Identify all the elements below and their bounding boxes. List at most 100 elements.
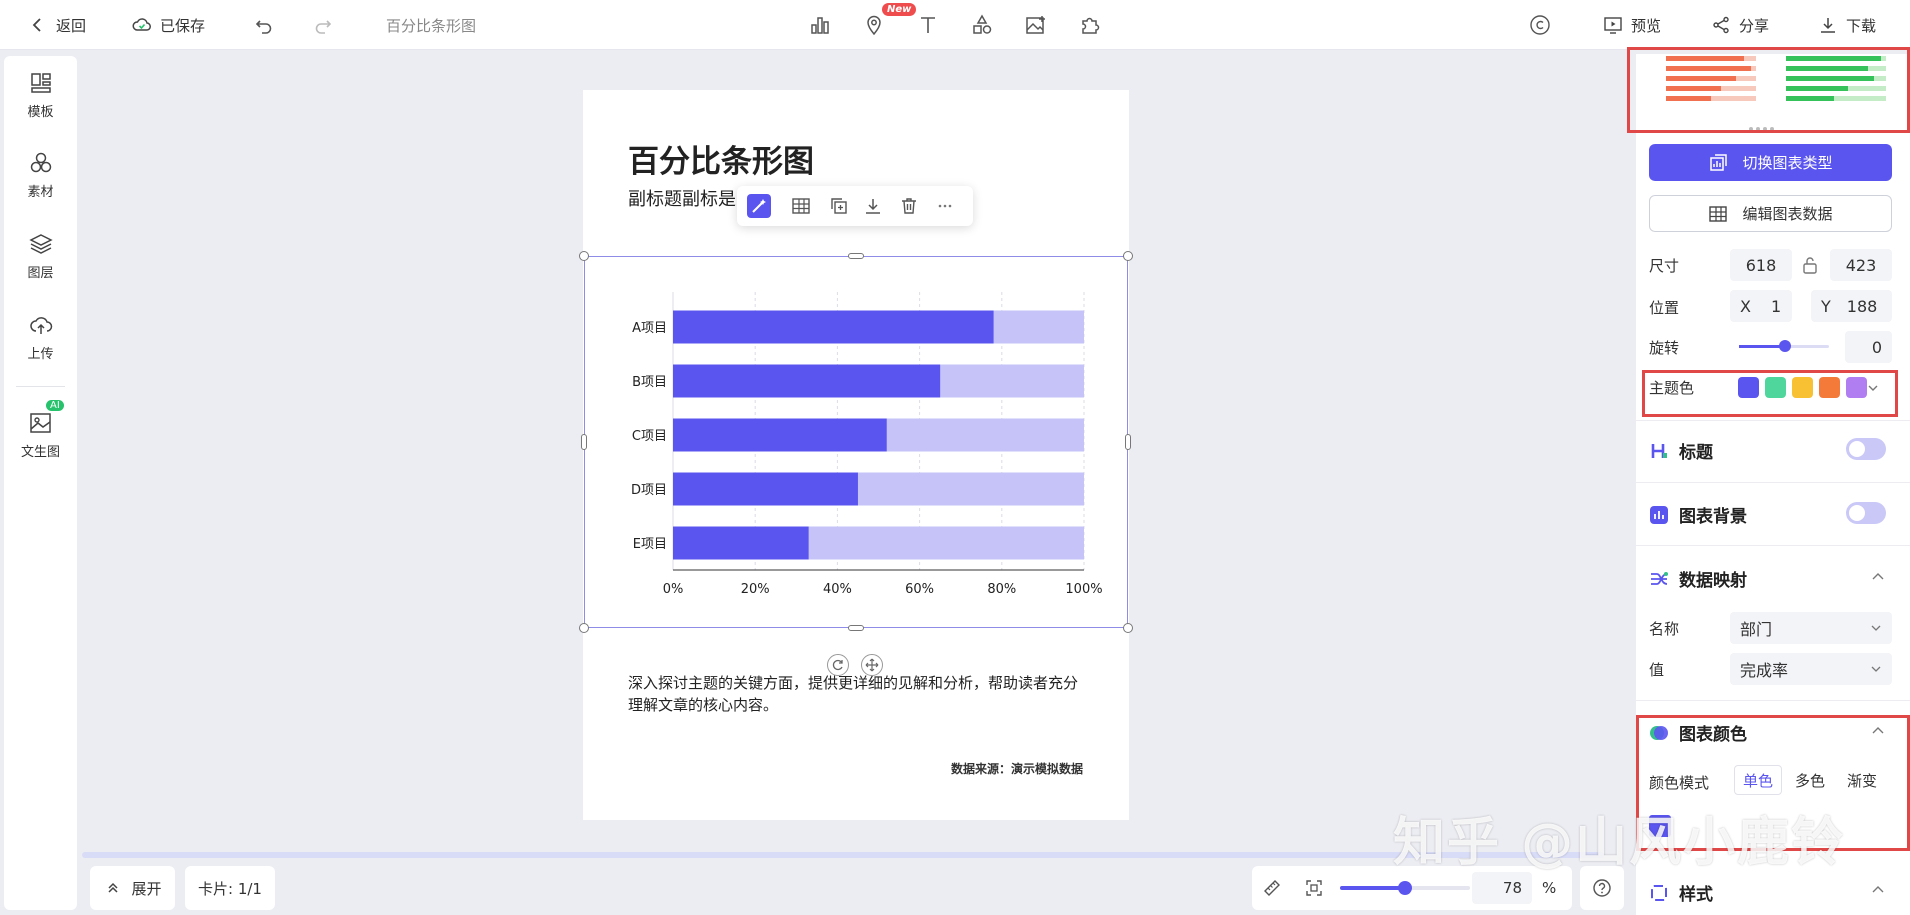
fit-screen-icon[interactable]	[1304, 878, 1324, 898]
undo-icon	[255, 20, 272, 34]
background-toggle[interactable]	[1846, 502, 1886, 524]
sidebar-item-label: 上传	[27, 347, 54, 362]
redo-button[interactable]	[313, 0, 333, 50]
resize-handle-top-right[interactable]	[1123, 251, 1133, 261]
chevron-up-icon[interactable]	[1870, 569, 1886, 585]
switch-chart-type-label: 切换图表类型	[1742, 154, 1833, 172]
resize-handle-bottom[interactable]	[848, 625, 864, 631]
map-pin-icon	[867, 15, 881, 36]
ai-edit-button[interactable]	[747, 194, 771, 218]
text-tool[interactable]	[915, 12, 941, 38]
plugin-tool[interactable]	[1077, 12, 1103, 38]
y-value: 188	[1846, 296, 1878, 316]
magic-wand-icon	[752, 199, 766, 213]
resize-handle-top[interactable]	[848, 253, 864, 259]
card-subtitle[interactable]: 副标题副标是	[628, 185, 736, 211]
divider	[1636, 700, 1910, 701]
size-label: 尺寸	[1649, 257, 1680, 275]
width-input[interactable]: 618	[1730, 249, 1792, 281]
copyright-button[interactable]	[1527, 12, 1553, 38]
ai-image-icon	[29, 413, 51, 433]
edit-chart-data-button[interactable]: 编辑图表数据	[1649, 195, 1892, 232]
highlight-box-theme-color	[1642, 370, 1898, 417]
sidebar-item-layers[interactable]: 图层	[4, 231, 77, 281]
rotate-slider[interactable]	[1739, 340, 1829, 352]
resize-handle-left[interactable]	[581, 434, 587, 450]
share-icon	[1713, 16, 1729, 34]
title-section-label: 标题	[1679, 443, 1713, 463]
x-label: X	[1740, 296, 1751, 316]
heading-icon	[1651, 443, 1667, 458]
edit-chart-data-label: 编辑图表数据	[1742, 205, 1833, 223]
saved-status: 已保存	[132, 0, 205, 50]
duplicate-button[interactable]	[827, 194, 851, 218]
share-button[interactable]: 分享	[1711, 0, 1769, 50]
card-counter-label: 卡片: 1/1	[198, 879, 262, 898]
left-sidebar: 模板 素材 图层 上传 AI 文生图	[4, 56, 77, 910]
chart-tool[interactable]	[807, 12, 833, 38]
rotate-input[interactable]: 0	[1845, 331, 1892, 363]
double-chevron-up-icon	[108, 882, 119, 893]
table-icon	[792, 198, 810, 214]
card-counter[interactable]: 卡片: 1/1	[185, 866, 275, 910]
more-button[interactable]	[933, 194, 957, 218]
height-input[interactable]: 423	[1830, 249, 1892, 281]
sidebar-item-materials[interactable]: 素材	[4, 150, 77, 200]
rotate-handle[interactable]	[827, 654, 849, 676]
move-handle[interactable]	[861, 654, 883, 676]
back-button[interactable]: 返回	[28, 0, 86, 50]
card-description[interactable]: 深入探讨主题的关键方面，提供更详细的见解和分析，帮助读者充分理解文章的核心内容。	[628, 672, 1088, 716]
zoom-slider[interactable]	[1340, 881, 1470, 895]
rotate-icon	[832, 659, 843, 671]
chevron-up-icon[interactable]	[1870, 882, 1886, 898]
zoom-unit: %	[1542, 879, 1557, 897]
share-label: 分享	[1739, 16, 1770, 35]
sidebar-item-label: 素材	[27, 185, 54, 200]
resize-handle-right[interactable]	[1125, 434, 1131, 450]
table-button[interactable]	[789, 194, 813, 218]
new-badge: New	[882, 3, 917, 16]
play-screen-icon	[1604, 17, 1622, 34]
move-icon	[865, 658, 879, 672]
expand-button[interactable]: 展开	[90, 866, 175, 910]
sidebar-item-label: 模板	[27, 105, 54, 120]
rotate-slider-thumb[interactable]	[1779, 340, 1791, 352]
switch-chart-type-button[interactable]: 切换图表类型	[1649, 144, 1892, 181]
data-source[interactable]: 数据来源：演示模拟数据	[951, 760, 1083, 777]
preview-button[interactable]: 预览	[1603, 0, 1661, 50]
y-input[interactable]: Y 188	[1811, 290, 1892, 322]
resize-handle-bottom-right[interactable]	[1123, 623, 1133, 633]
zoom-slider-thumb[interactable]	[1398, 881, 1412, 895]
divider	[1636, 545, 1910, 546]
shape-tool[interactable]	[969, 12, 995, 38]
resize-handle-top-left[interactable]	[579, 251, 589, 261]
value-select[interactable]: 完成率	[1730, 653, 1892, 685]
delete-button[interactable]	[897, 194, 921, 218]
horizontal-scrollbar[interactable]	[82, 852, 1604, 858]
document-title[interactable]: 百分比条形图	[386, 0, 476, 50]
highlight-box-thumbnails	[1627, 47, 1910, 133]
mapping-section-header: 数据映射	[1649, 566, 1747, 591]
chevron-down-icon	[1871, 625, 1881, 631]
card-title[interactable]: 百分比条形图	[628, 136, 814, 181]
map-tool[interactable]	[861, 12, 887, 38]
help-icon	[1593, 879, 1611, 897]
image-tool[interactable]	[1023, 12, 1049, 38]
download-button[interactable]: 下载	[1818, 0, 1876, 50]
chart-background-icon	[1650, 505, 1668, 524]
title-toggle[interactable]	[1846, 438, 1886, 460]
name-select[interactable]: 部门	[1730, 612, 1892, 644]
resize-handle-bottom-left[interactable]	[579, 623, 589, 633]
download-element-button[interactable]	[861, 194, 885, 218]
rotate-slider-fill	[1739, 345, 1784, 348]
sidebar-item-text-to-image[interactable]: AI 文生图	[4, 400, 77, 460]
y-label: Y	[1821, 296, 1831, 316]
undo-button[interactable]	[254, 0, 274, 50]
x-input[interactable]: X 1	[1730, 290, 1792, 322]
zoom-input[interactable]: 78	[1472, 872, 1532, 904]
table-icon	[1709, 205, 1728, 222]
unlock-icon[interactable]	[1802, 256, 1818, 274]
ruler-icon[interactable]	[1262, 878, 1282, 898]
sidebar-item-templates[interactable]: 模板	[4, 70, 77, 120]
sidebar-item-upload[interactable]: 上传	[4, 312, 77, 362]
